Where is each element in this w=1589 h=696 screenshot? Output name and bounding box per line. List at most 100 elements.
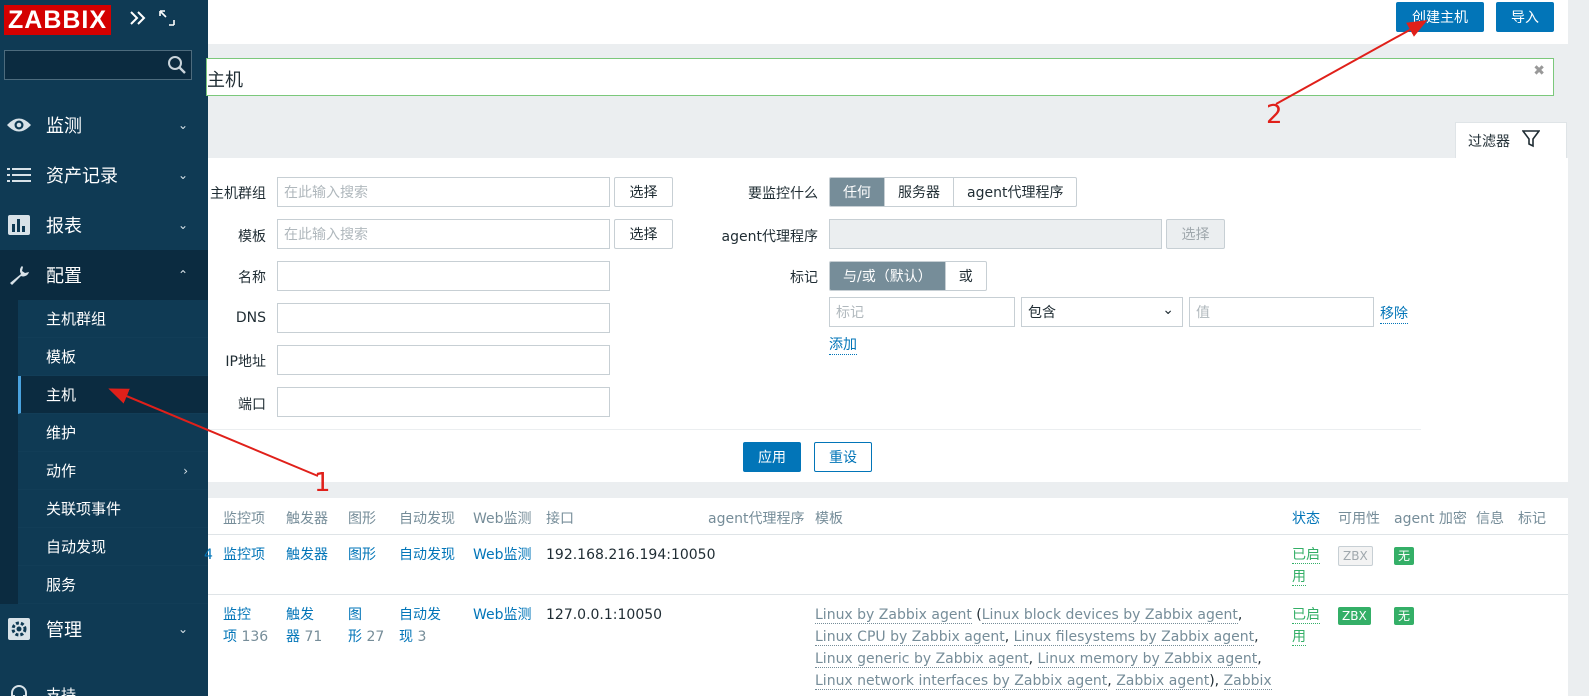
menu-label: 管理 (46, 620, 82, 641)
tags-or[interactable]: 或 (946, 262, 986, 290)
filter-tab-label: 过滤器 (1468, 133, 1510, 150)
row1-triggers-link[interactable]: 触发器 (286, 544, 328, 566)
annotation-label-1: 1 (314, 468, 331, 498)
template-link[interactable]: Linux CPU by Zabbix agent (815, 629, 1005, 646)
col-web[interactable]: Web监测 (473, 508, 532, 528)
remove-tag-link[interactable]: 移除 (1380, 303, 1408, 324)
col-availability[interactable]: 可用性 (1338, 508, 1380, 528)
close-icon[interactable]: ✖ (1533, 63, 1545, 79)
row1-discovery-link[interactable]: 自动发现 (399, 544, 455, 566)
row1-prefix[interactable]: 4 (204, 544, 213, 566)
proxy-input (829, 219, 1162, 249)
template-link[interactable]: Linux filesystems by Zabbix agent (1013, 629, 1255, 646)
templates-input[interactable]: 在此输入搜索 (277, 219, 610, 249)
row2-triggers-link[interactable]: 触发器 71 (286, 604, 322, 648)
tag-name-input[interactable]: 标记 (829, 297, 1015, 327)
ip-input[interactable] (277, 345, 610, 375)
submenu-discovery[interactable]: 自动发现 (18, 528, 208, 566)
col-status[interactable]: 状态 (1292, 508, 1320, 528)
col-interface[interactable]: 接口 (546, 508, 574, 528)
reset-button[interactable]: 重设 (814, 442, 872, 472)
host-groups-input[interactable]: 在此输入搜索 (277, 177, 610, 207)
row2-items-link[interactable]: 监控项 136 (223, 604, 268, 648)
funnel-icon (1521, 129, 1541, 152)
row1-items-link[interactable]: 监控项 (223, 544, 265, 566)
row2-status[interactable]: 已启用 (1292, 604, 1320, 648)
menu-inventory[interactable]: 资产记录 ⌄ (0, 150, 208, 200)
row-divider (208, 594, 1568, 595)
sidebar-search-input[interactable] (4, 50, 192, 80)
row1-availability: ZBX (1338, 545, 1373, 567)
ip-label: IP地址 (225, 354, 266, 370)
menu-configuration[interactable]: 配置 ⌃ (0, 250, 208, 300)
submenu-templates[interactable]: 模板 (18, 338, 208, 376)
col-info[interactable]: 信息 (1476, 508, 1504, 528)
menu-label: 资产记录 (46, 166, 118, 187)
row2-web-link[interactable]: Web监测 (473, 604, 532, 626)
chevron-down-icon: ⌄ (177, 118, 188, 132)
submenu-maintenance[interactable]: 维护 (18, 414, 208, 452)
monitored-by-server[interactable]: 服务器 (885, 178, 954, 206)
col-templates[interactable]: 模板 (815, 508, 843, 528)
template-link[interactable]: Linux block devices by Zabbix agent (981, 607, 1238, 624)
col-proxy[interactable]: agent代理程序 (708, 508, 804, 528)
add-tag-link[interactable]: 添加 (829, 334, 857, 355)
eye-icon (4, 116, 34, 134)
row1-web-link[interactable]: Web监测 (473, 544, 532, 566)
main-content: 创建主机 导入 主机 ✖ 过滤器 主机群组 在此输入搜索 选择 模板 在此输入搜… (204, 0, 1589, 696)
page-scrollbar[interactable] (1568, 0, 1589, 696)
import-button[interactable]: 导入 (1496, 2, 1554, 32)
template-link[interactable]: Linux by Zabbix agent (815, 607, 972, 624)
col-items[interactable]: 监控项 (223, 508, 265, 528)
kiosk-mode-icon[interactable] (159, 10, 175, 30)
row2-graphs-link[interactable]: 图形 27 (348, 604, 384, 648)
chevron-down-icon: ⌄ (177, 622, 188, 636)
encryption-badge: 无 (1394, 607, 1415, 625)
page-title: 主机 (207, 70, 243, 91)
hosts-table: 监控项 触发器 图形 自动发现 Web监测 接口 agent代理程序 模板 状态… (204, 498, 1568, 696)
host-groups-select-button[interactable]: 选择 (614, 177, 673, 207)
configuration-submenu: 主机群组 模板 主机 维护 动作 › 关联项事件 自动发现 服务 (0, 300, 208, 604)
row2-interface: 127.0.0.1:10050 (546, 607, 663, 623)
menu-monitoring[interactable]: 监测 ⌄ (0, 100, 208, 150)
submenu-event-correlation[interactable]: 关联项事件 (18, 490, 208, 528)
create-host-button[interactable]: 创建主机 (1396, 2, 1484, 32)
row2-discovery-link[interactable]: 自动发现 3 (399, 604, 441, 648)
col-discovery[interactable]: 自动发现 (399, 508, 455, 528)
menu-support[interactable]: 支持 (0, 674, 208, 696)
template-link[interactable]: Linux network interfaces by Zabbix agent (815, 673, 1108, 690)
templates-select-button[interactable]: 选择 (614, 219, 673, 249)
tags-and-or[interactable]: 与/或（默认） (830, 262, 946, 290)
template-link[interactable]: Zabbix agent (1116, 673, 1210, 690)
monitored-by-proxy[interactable]: agent代理程序 (954, 178, 1076, 206)
col-graphs[interactable]: 图形 (348, 508, 376, 528)
menu-label: 支持 (46, 685, 77, 696)
filter-tab[interactable]: 过滤器 (1455, 122, 1567, 158)
apply-button[interactable]: 应用 (743, 442, 801, 472)
col-tags[interactable]: 标记 (1518, 508, 1546, 528)
template-link[interactable]: Linux generic by Zabbix agent (815, 651, 1029, 668)
tag-value-input[interactable]: 值 (1189, 297, 1374, 327)
submenu-services[interactable]: 服务 (18, 566, 208, 604)
list-icon (4, 167, 34, 183)
port-input[interactable] (277, 387, 610, 417)
menu-reports[interactable]: 报表 ⌄ (0, 200, 208, 250)
submenu-host-groups[interactable]: 主机群组 (18, 300, 208, 338)
menu-administration[interactable]: 管理 ⌄ (0, 604, 208, 654)
collapse-sidebar-icon[interactable] (129, 10, 147, 30)
name-input[interactable] (277, 261, 610, 291)
row1-interface: 192.168.216.194:10050 (546, 547, 716, 563)
submenu-hosts[interactable]: 主机 (18, 376, 208, 414)
search-icon[interactable] (167, 55, 187, 79)
col-triggers[interactable]: 触发器 (286, 508, 328, 528)
zabbix-logo[interactable]: ZABBIX (4, 5, 112, 35)
tag-operator-select[interactable]: 包含 ⌄ (1021, 297, 1183, 327)
dns-input[interactable] (277, 303, 610, 333)
submenu-actions[interactable]: 动作 › (18, 452, 208, 490)
monitored-by-any[interactable]: 任何 (830, 178, 885, 206)
row1-status[interactable]: 已启用 (1292, 544, 1320, 588)
col-encryption[interactable]: agent 加密 (1394, 508, 1467, 528)
template-link[interactable]: Linux memory by Zabbix agent (1037, 651, 1258, 668)
tag-operator-value: 包含 (1028, 305, 1056, 321)
row1-graphs-link[interactable]: 图形 (348, 544, 376, 566)
